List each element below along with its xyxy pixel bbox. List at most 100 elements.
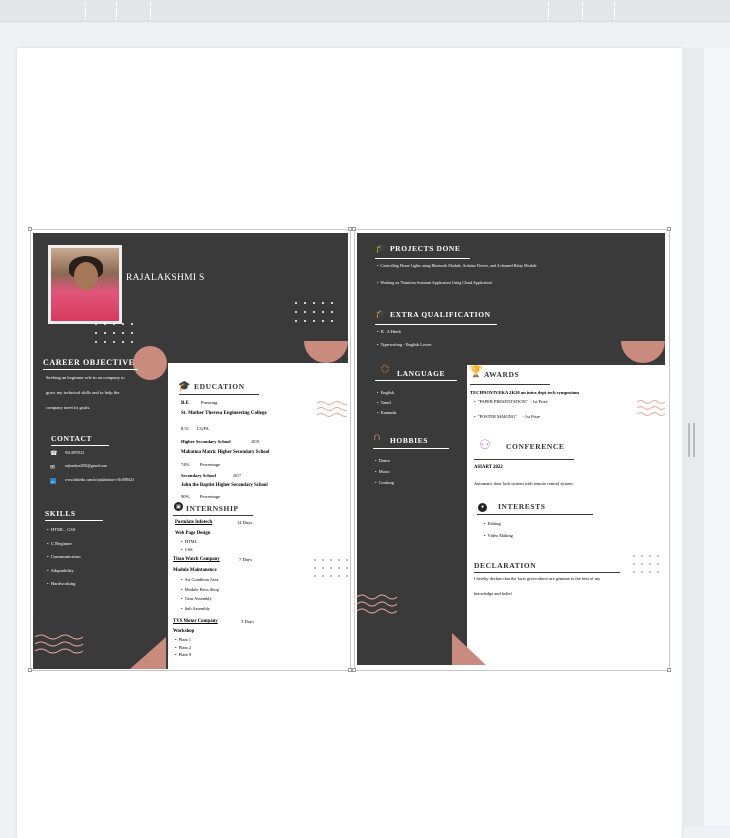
- extra-item: • Typewriting - English Lower: [377, 342, 432, 347]
- resume-page-2: 🎓 PROJECTS DONE • Controlling Home Light…: [357, 233, 665, 665]
- profile-photo: [48, 245, 122, 324]
- wave-decoration: [637, 400, 665, 416]
- list-item: • HTML , CSS: [47, 527, 76, 532]
- side-panel: [704, 48, 730, 826]
- hobbies-heading: HOBBIES: [390, 436, 428, 445]
- edu-cgpa-label: CGPA: [197, 426, 209, 431]
- left-sidebar: [357, 365, 467, 665]
- declaration-heading: DECLARATION: [474, 561, 537, 570]
- edu-degree: B.E: [181, 401, 189, 406]
- resume-page-1: RAJALAKSHMI S CAREER OBJECTIVE Seeking a…: [33, 233, 348, 669]
- conference-desc: Automatic door lock system with remote c…: [474, 481, 573, 486]
- dots-decoration: [633, 555, 665, 573]
- career-objective-line: grow my technical skills and to help the: [46, 390, 120, 395]
- contact-heading: CONTACT: [51, 434, 93, 443]
- skills-heading: SKILLS: [45, 509, 76, 518]
- dots-decoration: [314, 559, 348, 577]
- hobby-item: • Dance: [375, 458, 390, 463]
- list-item: • C Beginner: [47, 540, 72, 546]
- awards-heading: AWARDS: [484, 370, 520, 379]
- list-item: • Plant 9: [175, 652, 192, 657]
- intern2-days: 7 Days: [239, 557, 252, 562]
- edu-cgpa: 8.51: [181, 426, 190, 431]
- language-heading: LANGUAGE: [397, 369, 446, 378]
- list-item: • Hardworking: [47, 581, 76, 586]
- intern3-company: TVS Motor Company: [173, 619, 218, 624]
- edu-hsc-school: Mahatma Matric Higher Secondary School: [181, 450, 270, 455]
- accent-triangle: [130, 637, 166, 669]
- intern3-days: 3 Days: [241, 619, 254, 624]
- projects-heading: PROJECTS DONE: [390, 244, 461, 253]
- edu-hsc-pct: 74%: [181, 462, 190, 467]
- language-item: • Tamil: [377, 400, 391, 405]
- extra-item: • B . A Hindi: [377, 329, 401, 334]
- list-item: • Air Condition Area: [181, 577, 219, 582]
- project-item: • Controlling Home Lights using Bluetoot…: [377, 263, 537, 268]
- graduation-cap-icon: 🎓: [375, 308, 387, 318]
- intern1-company: Postulate Infotech: [175, 520, 213, 525]
- interests-icon: ●: [478, 503, 487, 512]
- conference-icon: ⚇: [479, 437, 491, 452]
- phone-icon: ☎: [50, 451, 58, 457]
- resize-handle[interactable]: [688, 423, 696, 457]
- linkedin-icon: in: [50, 478, 56, 484]
- wave-decoration: [357, 594, 397, 614]
- edu-hsc-year: 2019: [251, 439, 259, 444]
- accent-circle: [133, 346, 167, 380]
- intern2-topic: Module Maintanence: [173, 568, 217, 573]
- list-item: • Plant 2: [175, 644, 192, 650]
- interest-item: • Video Making: [484, 533, 513, 538]
- intern3-topic: Workshop: [173, 629, 195, 634]
- resize-corner[interactable]: [28, 668, 32, 672]
- hobby-item: • Music: [375, 469, 390, 474]
- edu-hsc: Higher Secondary School: [181, 439, 231, 444]
- list-item: • Sub Assembly: [181, 605, 210, 611]
- resize-corner[interactable]: [352, 668, 356, 672]
- career-objective-heading: CAREER OBJECTIVE: [43, 358, 135, 367]
- resize-corner[interactable]: [352, 227, 356, 231]
- resize-corner[interactable]: [667, 227, 671, 231]
- award-item: • "PAPER PRESENTATION" - 1st Prize: [474, 399, 548, 404]
- edu-hsc-pct-label: Percentage: [200, 462, 221, 467]
- declaration-line: I hereby declare that the facts given ab…: [474, 576, 601, 581]
- list-item: • CSS: [181, 547, 193, 552]
- wave-decoration: [317, 401, 347, 417]
- conference-heading: CONFERENCE: [506, 442, 565, 451]
- accent-triangle: [452, 633, 486, 665]
- awards-event: TECHNOVIVEKA 2K20 an intra dept tech sym…: [470, 390, 579, 395]
- briefcase-icon: ▣: [174, 502, 183, 511]
- project-item: • Working on 'Nutrition Assistant Applic…: [377, 280, 493, 285]
- edu-sslc-year: 2017: [233, 473, 241, 478]
- viewer-toolbar: [0, 0, 730, 22]
- contact-linkedin: www.linkedin.com/in/rajalakshmi-s-3b1889…: [65, 478, 134, 482]
- intern1-days: 14 Days: [237, 520, 253, 525]
- language-item: • Kannada: [377, 410, 397, 415]
- list-item: • Plant 1: [175, 637, 192, 642]
- interests-heading: INTERESTS: [498, 502, 546, 511]
- language-item: • English: [377, 390, 395, 395]
- edu-sslc-pct-label: Percentage: [200, 494, 221, 499]
- edu-sslc-pct: 90%: [181, 494, 190, 499]
- intern1-topic: Web Page Design: [175, 531, 211, 536]
- education-heading: EDUCATION: [194, 382, 245, 391]
- contact-email: rajisankar2002@gmail.com: [65, 464, 108, 468]
- list-item: • Module Press Shop: [181, 586, 219, 592]
- headphones-icon: ∩: [373, 431, 381, 443]
- conference-name: ASIART 2022: [474, 465, 503, 470]
- graduation-cap-icon: 🎓: [178, 381, 191, 392]
- resize-corner[interactable]: [28, 227, 32, 231]
- trophy-icon: 🏆: [469, 366, 483, 378]
- edu-college: St. Mother Theresa Engineering College: [181, 411, 267, 416]
- edu-degree-status: Pursuing: [201, 400, 218, 405]
- list-item: • Adaptability: [47, 567, 74, 573]
- list-item: • Communication: [47, 554, 81, 559]
- intern2-company: Titan Watch Company: [173, 557, 220, 562]
- wave-decoration: [35, 634, 84, 654]
- dots-decoration: [95, 323, 133, 343]
- declaration-line: knowledge and belief: [474, 591, 512, 596]
- resize-corner[interactable]: [667, 668, 671, 672]
- career-objective-line: Seeking an beginner role in an company t…: [46, 375, 125, 380]
- mail-icon: ✉: [50, 465, 56, 471]
- dots-decoration: [295, 302, 333, 322]
- hobby-item: • Cooking: [375, 480, 394, 485]
